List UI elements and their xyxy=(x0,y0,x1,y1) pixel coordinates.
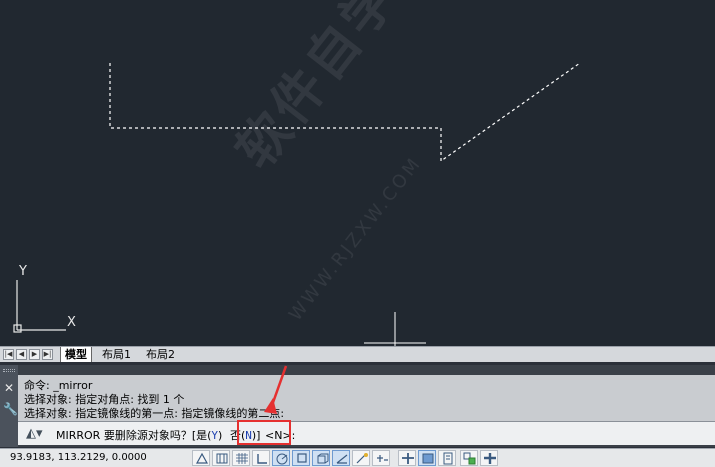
grip-icon[interactable] xyxy=(3,369,15,372)
command-prompt-icon[interactable]: ◭▾ xyxy=(26,426,43,441)
ucs-icon xyxy=(13,280,66,333)
option-yes-label[interactable]: 是( xyxy=(196,429,211,442)
ortho-mode-icon[interactable] xyxy=(252,450,270,466)
first-tab-button[interactable]: |◀ xyxy=(3,349,14,360)
history-line: 选择对象: 指定镜像线的第一点: 指定镜像线的第二点: xyxy=(24,407,285,420)
close-icon[interactable]: ✕ xyxy=(4,381,14,395)
dynamic-ucs-icon[interactable] xyxy=(352,450,370,466)
prompt-prefix: MIRROR 要删除源对象吗？[ xyxy=(56,429,197,442)
ucs-x-label: X xyxy=(67,315,76,330)
3d-object-snap-icon[interactable] xyxy=(312,450,330,466)
annotation-monitor-icon[interactable] xyxy=(480,450,498,466)
ucs-y-label: Y xyxy=(19,264,27,279)
tab-layout1[interactable]: 布局1 xyxy=(98,347,135,362)
highlight-box xyxy=(237,420,291,445)
grid-display-icon[interactable] xyxy=(232,450,250,466)
last-tab-button[interactable]: ▶| xyxy=(42,349,53,360)
coordinate-readout: 93.9183, 113.2129, 0.0000 xyxy=(10,452,147,463)
snap-mode-icon[interactable] xyxy=(212,450,230,466)
command-line[interactable]: ◭▾ MIRROR 要删除源对象吗？[是(Y) 否(N)] <N>: xyxy=(18,421,715,445)
drawing-canvas[interactable]: Y X 软件自学网 WWW.RJZXW.COM xyxy=(0,0,715,346)
infer-constraints-icon[interactable] xyxy=(192,450,210,466)
lineweight-icon[interactable] xyxy=(398,450,416,466)
command-history: 命令: _mirror 选择对象: 指定对角点: 找到 1 个 选择对象: 指定… xyxy=(18,375,715,421)
quick-properties-icon[interactable] xyxy=(438,450,456,466)
option-yes-close: ) xyxy=(218,429,223,442)
layout-tab-bar: |◀ ◀ ▶ ▶| 模型 布局1 布局2 xyxy=(0,346,715,362)
tab-layout2[interactable]: 布局2 xyxy=(142,347,179,362)
object-snap-icon[interactable] xyxy=(292,450,310,466)
next-tab-button[interactable]: ▶ xyxy=(29,349,40,360)
tab-model[interactable]: 模型 xyxy=(60,347,92,362)
drawing-svg[interactable] xyxy=(0,0,715,346)
transparency-icon[interactable] xyxy=(418,450,436,466)
polar-tracking-icon[interactable] xyxy=(272,450,290,466)
crosshair-cursor xyxy=(364,312,426,346)
prev-tab-button[interactable]: ◀ xyxy=(16,349,27,360)
selection-cycling-icon[interactable] xyxy=(460,450,478,466)
command-panel-handle[interactable]: ✕ 🔧 xyxy=(0,365,18,447)
dynamic-input-icon[interactable] xyxy=(372,450,390,466)
status-bar: 93.9183, 113.2129, 0.0000 xyxy=(0,448,715,467)
command-panel: ✕ 🔧 命令: _mirror 选择对象: 指定对角点: 找到 1 个 选择对象… xyxy=(0,365,715,447)
wrench-icon[interactable]: 🔧 xyxy=(3,402,18,416)
object-snap-tracking-icon[interactable] xyxy=(332,450,350,466)
dashed-polyline[interactable] xyxy=(109,62,581,163)
